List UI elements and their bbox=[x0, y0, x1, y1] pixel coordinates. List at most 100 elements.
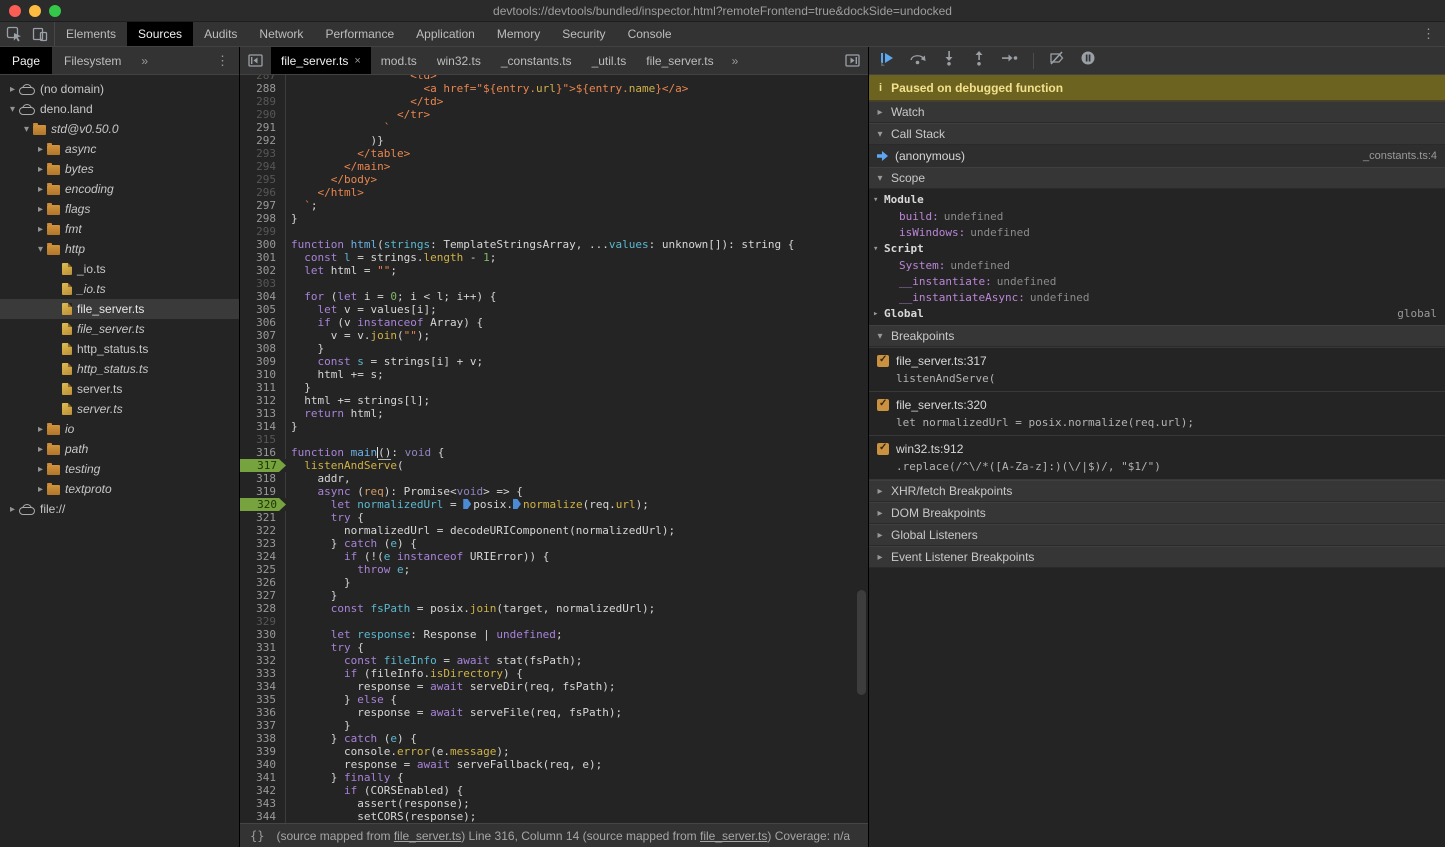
breakpoint-checkbox[interactable] bbox=[877, 443, 889, 455]
editor-vertical-scrollbar[interactable] bbox=[857, 590, 866, 695]
tree-item--io-ts[interactable]: _io.ts bbox=[0, 259, 239, 279]
navigator-more-tabs-icon[interactable]: » bbox=[133, 47, 156, 74]
line-number[interactable]: 336 bbox=[240, 706, 286, 719]
inline-breakpoint-icon[interactable] bbox=[513, 499, 521, 509]
section-global-listeners[interactable]: ▸ Global Listeners bbox=[869, 524, 1445, 546]
line-number[interactable]: 322 bbox=[240, 524, 286, 537]
breakpoint-entry[interactable]: win32.ts:912.replace(/^\/*([A-Za-z]:)(\/… bbox=[869, 436, 1445, 480]
tree-item--io-ts[interactable]: _io.ts bbox=[0, 279, 239, 299]
call-stack-frame[interactable]: (anonymous)_constants.ts:4 bbox=[869, 145, 1445, 167]
breakpoint-line-number[interactable]: 317 bbox=[240, 459, 286, 472]
line-number[interactable]: 341 bbox=[240, 771, 286, 784]
tree-item-std-v0-50-0[interactable]: ▾std@v0.50.0 bbox=[0, 119, 239, 139]
chevron-right-icon[interactable]: ▸ bbox=[34, 144, 47, 155]
tree-item-textproto[interactable]: ▸textproto bbox=[0, 479, 239, 499]
tree-item--no-domain-[interactable]: ▸(no domain) bbox=[0, 79, 239, 99]
chevron-right-icon[interactable]: ▸ bbox=[34, 184, 47, 195]
line-number[interactable]: 332 bbox=[240, 654, 286, 667]
navigator-menu-icon[interactable]: ⋮ bbox=[206, 47, 239, 74]
line-number[interactable]: 308 bbox=[240, 342, 286, 355]
tree-item-io[interactable]: ▸io bbox=[0, 419, 239, 439]
line-number[interactable]: 294 bbox=[240, 160, 286, 173]
line-number[interactable]: 305 bbox=[240, 303, 286, 316]
tab-audits[interactable]: Audits bbox=[193, 22, 248, 46]
line-number[interactable]: 337 bbox=[240, 719, 286, 732]
resume-script-icon[interactable] bbox=[879, 50, 895, 71]
chevron-right-icon[interactable]: ▸ bbox=[6, 504, 19, 515]
line-number[interactable]: 297 bbox=[240, 199, 286, 212]
line-number[interactable]: 292 bbox=[240, 134, 286, 147]
tree-item-http[interactable]: ▾http bbox=[0, 239, 239, 259]
section-xhr-breakpoints[interactable]: ▸ XHR/fetch Breakpoints bbox=[869, 480, 1445, 502]
tab-security[interactable]: Security bbox=[551, 22, 616, 46]
chevron-right-icon[interactable]: ▸ bbox=[6, 84, 19, 95]
line-number[interactable]: 330 bbox=[240, 628, 286, 641]
line-number[interactable]: 339 bbox=[240, 745, 286, 758]
hide-navigator-icon[interactable] bbox=[240, 47, 271, 74]
tree-item-encoding[interactable]: ▸encoding bbox=[0, 179, 239, 199]
tree-item-bytes[interactable]: ▸bytes bbox=[0, 159, 239, 179]
step-out-icon[interactable] bbox=[971, 50, 987, 71]
tab-sources[interactable]: Sources bbox=[127, 22, 193, 46]
tree-item-flags[interactable]: ▸flags bbox=[0, 199, 239, 219]
line-number[interactable]: 342 bbox=[240, 784, 286, 797]
line-number[interactable]: 288 bbox=[240, 82, 286, 95]
breakpoint-checkbox[interactable] bbox=[877, 355, 889, 367]
line-number[interactable]: 328 bbox=[240, 602, 286, 615]
step-icon[interactable] bbox=[1001, 50, 1019, 71]
line-number[interactable]: 323 bbox=[240, 537, 286, 550]
line-number[interactable]: 319 bbox=[240, 485, 286, 498]
tab-network[interactable]: Network bbox=[248, 22, 314, 46]
line-number[interactable]: 290 bbox=[240, 108, 286, 121]
section-call-stack[interactable]: ▾ Call Stack bbox=[869, 123, 1445, 145]
line-number[interactable]: 311 bbox=[240, 381, 286, 394]
chevron-right-icon[interactable]: ▸ bbox=[34, 224, 47, 235]
scope-property[interactable]: isWindows:undefined bbox=[869, 224, 1445, 240]
line-number[interactable]: 318 bbox=[240, 472, 286, 485]
line-number[interactable]: 344 bbox=[240, 810, 286, 823]
line-number[interactable]: 302 bbox=[240, 264, 286, 277]
line-number[interactable]: 316 bbox=[240, 446, 286, 459]
scope-property[interactable]: System:undefined bbox=[869, 257, 1445, 273]
line-number[interactable]: 331 bbox=[240, 641, 286, 654]
step-into-icon[interactable] bbox=[941, 50, 957, 71]
inspect-element-icon[interactable] bbox=[6, 26, 22, 42]
editor-tab-win32-ts[interactable]: win32.ts bbox=[427, 47, 491, 74]
editor-tab-file-server-ts[interactable]: file_server.ts× bbox=[271, 47, 371, 74]
tab-memory[interactable]: Memory bbox=[486, 22, 551, 46]
section-watch[interactable]: ▸ Watch bbox=[869, 101, 1445, 123]
tab-application[interactable]: Application bbox=[405, 22, 486, 46]
chevron-right-icon[interactable]: ▸ bbox=[34, 424, 47, 435]
tree-item-http-status-ts[interactable]: http_status.ts bbox=[0, 359, 239, 379]
tree-item-async[interactable]: ▸async bbox=[0, 139, 239, 159]
line-number[interactable]: 338 bbox=[240, 732, 286, 745]
editor-tab--constants-ts[interactable]: _constants.ts bbox=[491, 47, 582, 74]
chevron-down-icon[interactable]: ▾ bbox=[6, 104, 19, 115]
tree-item-file-server-ts[interactable]: file_server.ts bbox=[0, 299, 239, 319]
line-number[interactable]: 329 bbox=[240, 615, 286, 628]
close-tab-icon[interactable]: × bbox=[354, 55, 360, 67]
line-number[interactable]: 303 bbox=[240, 277, 286, 290]
line-number[interactable]: 343 bbox=[240, 797, 286, 810]
line-number[interactable]: 306 bbox=[240, 316, 286, 329]
tree-item-testing[interactable]: ▸testing bbox=[0, 459, 239, 479]
status-file-link[interactable]: file_server.ts bbox=[394, 829, 461, 843]
line-number[interactable]: 333 bbox=[240, 667, 286, 680]
line-number[interactable]: 334 bbox=[240, 680, 286, 693]
line-number[interactable]: 298 bbox=[240, 212, 286, 225]
scope-property[interactable]: __instantiate:undefined bbox=[869, 273, 1445, 289]
line-number[interactable]: 300 bbox=[240, 238, 286, 251]
source-code-viewer[interactable]: 287 <td>288 <a href="${entry.url}">${ent… bbox=[240, 75, 868, 823]
editor-tab-file-server-ts[interactable]: file_server.ts bbox=[636, 47, 723, 74]
tree-item-file-[interactable]: ▸file:// bbox=[0, 499, 239, 519]
line-number[interactable]: 304 bbox=[240, 290, 286, 303]
breakpoint-line-number[interactable]: 320 bbox=[240, 498, 286, 511]
line-number[interactable]: 321 bbox=[240, 511, 286, 524]
editor-tab-mod-ts[interactable]: mod.ts bbox=[371, 47, 427, 74]
deactivate-breakpoints-icon[interactable] bbox=[1048, 50, 1066, 71]
tree-item-fmt[interactable]: ▸fmt bbox=[0, 219, 239, 239]
tab-elements[interactable]: Elements bbox=[55, 22, 127, 46]
chevron-right-icon[interactable]: ▸ bbox=[34, 444, 47, 455]
editor-tab--util-ts[interactable]: _util.ts bbox=[582, 47, 637, 74]
line-number[interactable]: 327 bbox=[240, 589, 286, 602]
